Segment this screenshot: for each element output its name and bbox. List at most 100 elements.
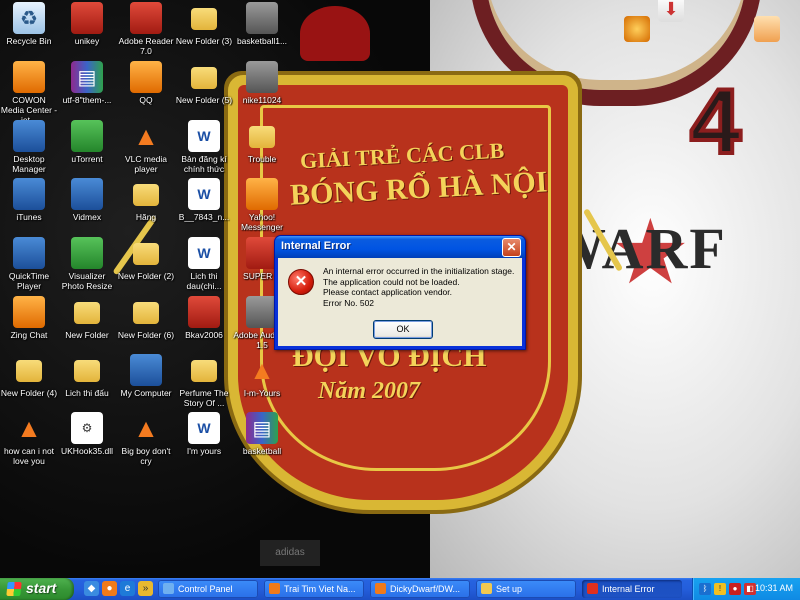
taskbar-button[interactable]: DickyDwarf/DW...: [370, 580, 470, 598]
desktop-icon[interactable]: Lich thi đấu: [58, 354, 116, 398]
folder-icon: [133, 302, 159, 324]
desktop-icon[interactable]: QQ: [117, 61, 175, 105]
desktop-icon[interactable]: Perfume The Story Of ...: [175, 354, 233, 408]
folder-icon: [133, 184, 159, 206]
message-line: The application could not be loaded.: [323, 276, 460, 287]
desktop-icon[interactable]: ▲ VLC media player: [117, 120, 175, 175]
desktop-icon[interactable]: ♻ Recycle Bin: [0, 2, 58, 46]
desktop-icon-label: basketball1...: [236, 36, 288, 46]
desktop-icon-label: Zing Chat: [10, 330, 48, 340]
desktop-icon[interactable]: New Folder (6): [117, 296, 175, 340]
bluetooth-icon[interactable]: ᛒ: [699, 583, 711, 595]
desktop-icon[interactable]: unikey: [58, 2, 116, 46]
vlc-icon: ▲: [249, 354, 275, 385]
desktop-icon[interactable]: New Folder: [58, 296, 116, 340]
desktop-icon-label: I'm yours: [186, 446, 222, 456]
start-button[interactable]: start: [0, 578, 74, 600]
desktop-icon[interactable]: ⚙ UKHook35.dll: [58, 412, 116, 456]
taskbar-button[interactable]: Control Panel: [158, 580, 258, 598]
firefox-icon: [375, 583, 386, 594]
message-line: Please contact application vendor.: [323, 287, 453, 297]
desktop-icon[interactable]: New Folder (2): [117, 237, 175, 281]
desktop-icon-label: New Folder (3): [175, 36, 233, 46]
desktop-icon[interactable]: uTorrent: [58, 120, 116, 164]
desktop-icon-label: VLC media player: [124, 154, 168, 174]
desktop-icon[interactable]: iTunes: [0, 178, 58, 222]
desktop-icon[interactable]: New Folder (5): [175, 61, 233, 105]
desktop-icon-label: I-m-Yours: [243, 388, 281, 398]
internet-explorer-icon[interactable]: e: [120, 581, 135, 596]
desktop-icon[interactable]: W Lich thi dau(chi...: [175, 237, 233, 291]
start-label: start: [26, 580, 57, 596]
vlc-icon: ▲: [16, 412, 42, 443]
desktop-icon-label: nike11024: [242, 95, 282, 105]
error-icon: ✕: [288, 269, 314, 295]
winrar-icon: ▤: [246, 412, 278, 444]
desktop-icon-label: Lich thi dau(chi...: [186, 271, 222, 291]
desktop-icon[interactable]: Trouble: [233, 120, 291, 164]
desktop-icon[interactable]: Desktop Manager: [0, 120, 58, 174]
desktop-icon[interactable]: My Computer: [117, 354, 175, 398]
recycle-bin-icon: ♻: [13, 2, 45, 34]
taskbar-button-label: Internal Error: [602, 584, 655, 594]
folder-icon: [74, 302, 100, 324]
ccleaner-icon[interactable]: [754, 16, 780, 42]
desktop-icon[interactable]: ▤ utf-8"them-...: [58, 61, 116, 105]
desktop-icon[interactable]: W B__7843_n...: [175, 178, 233, 222]
basketball-app-icon[interactable]: [624, 16, 650, 42]
winrar-icon: ▤: [71, 61, 103, 93]
show-desktop-icon[interactable]: ◆: [84, 581, 99, 596]
desktop-icon[interactable]: W Bản đăng kí chính thức: [175, 120, 233, 174]
dialog-titlebar[interactable]: Internal Error ✕: [275, 236, 525, 258]
desktop-icon[interactable]: ▲ Big boy don't cry: [117, 412, 175, 467]
taskbar-button[interactable]: Set up: [476, 580, 576, 598]
desktop-icon[interactable]: Adobe Reader 7.0: [117, 2, 175, 56]
media-player-icon[interactable]: »: [138, 581, 153, 596]
desktop-icon-label: New Folder (2): [117, 271, 175, 281]
word-doc-icon: W: [188, 412, 220, 444]
desktop-icon[interactable]: COWON Media Center - jet...: [0, 61, 58, 125]
desktop-icon[interactable]: ▤ basketball: [233, 412, 291, 456]
desktop-icon[interactable]: Yahoo! Messenger: [233, 178, 291, 232]
close-button[interactable]: ✕: [502, 238, 521, 257]
desktop-icon[interactable]: New Folder (3): [175, 2, 233, 46]
desktop-icon-label: UKHook35.dll: [61, 446, 113, 456]
desktop-icon[interactable]: New Folder (4): [0, 354, 58, 398]
desktop-icon[interactable]: basketball1...: [233, 2, 291, 46]
desktop-icon[interactable]: QuickTime Player: [0, 237, 58, 291]
taskbar-button[interactable]: Trai Tim Viet Na...: [264, 580, 364, 598]
desktop-icon-label: B__7843_n...: [178, 212, 230, 222]
desktop-icon-label: New Folder (6): [117, 330, 175, 340]
clock[interactable]: 10:31 AM: [755, 583, 793, 593]
desktop-icon[interactable]: ▲ I-m-Yours: [233, 354, 291, 399]
desktop-icon-label: New Folder (5): [175, 95, 233, 105]
desktop-icon-label: My Computer: [120, 388, 172, 398]
desktop-icon[interactable]: ▲ how can i not love you: [0, 412, 58, 467]
antivirus-icon[interactable]: ●: [729, 583, 741, 595]
folder-icon: [481, 583, 492, 594]
desktop-icon[interactable]: nike11024: [233, 61, 291, 105]
ok-button[interactable]: OK: [373, 320, 433, 339]
message-line: An internal error occurred in the initia…: [323, 266, 515, 276]
vlc-icon: ▲: [133, 412, 159, 443]
utorrent-icon: [71, 120, 103, 152]
desktop-icon[interactable]: Visualizer Photo Resize: [58, 237, 116, 291]
desktop-icon[interactable]: W I'm yours: [175, 412, 233, 456]
desktop-icon[interactable]: Zing Chat: [0, 296, 58, 340]
word-doc-icon: W: [188, 120, 220, 152]
desktop-icon[interactable]: Vidmex: [58, 178, 116, 222]
firefox-icon[interactable]: ●: [102, 581, 117, 596]
yahoo-messenger-icon: [246, 178, 278, 210]
security-icon[interactable]: !: [714, 583, 726, 595]
desktop-icon[interactable]: Hăng: [117, 178, 175, 222]
taskbar-button[interactable]: Internal Error: [582, 580, 682, 598]
club-logo: [300, 6, 370, 61]
desktop-icon-label: Desktop Manager: [12, 154, 46, 174]
folder-icon: [191, 67, 217, 89]
jersey-brand: WARF: [548, 216, 727, 281]
quicktime-icon: [13, 237, 45, 269]
cowon-icon: [13, 61, 45, 93]
download-arrow-icon[interactable]: ⬇: [658, 0, 684, 22]
taskbar-button-label: DickyDwarf/DW...: [390, 584, 461, 594]
desktop-icon[interactable]: Bkav2006: [175, 296, 233, 340]
